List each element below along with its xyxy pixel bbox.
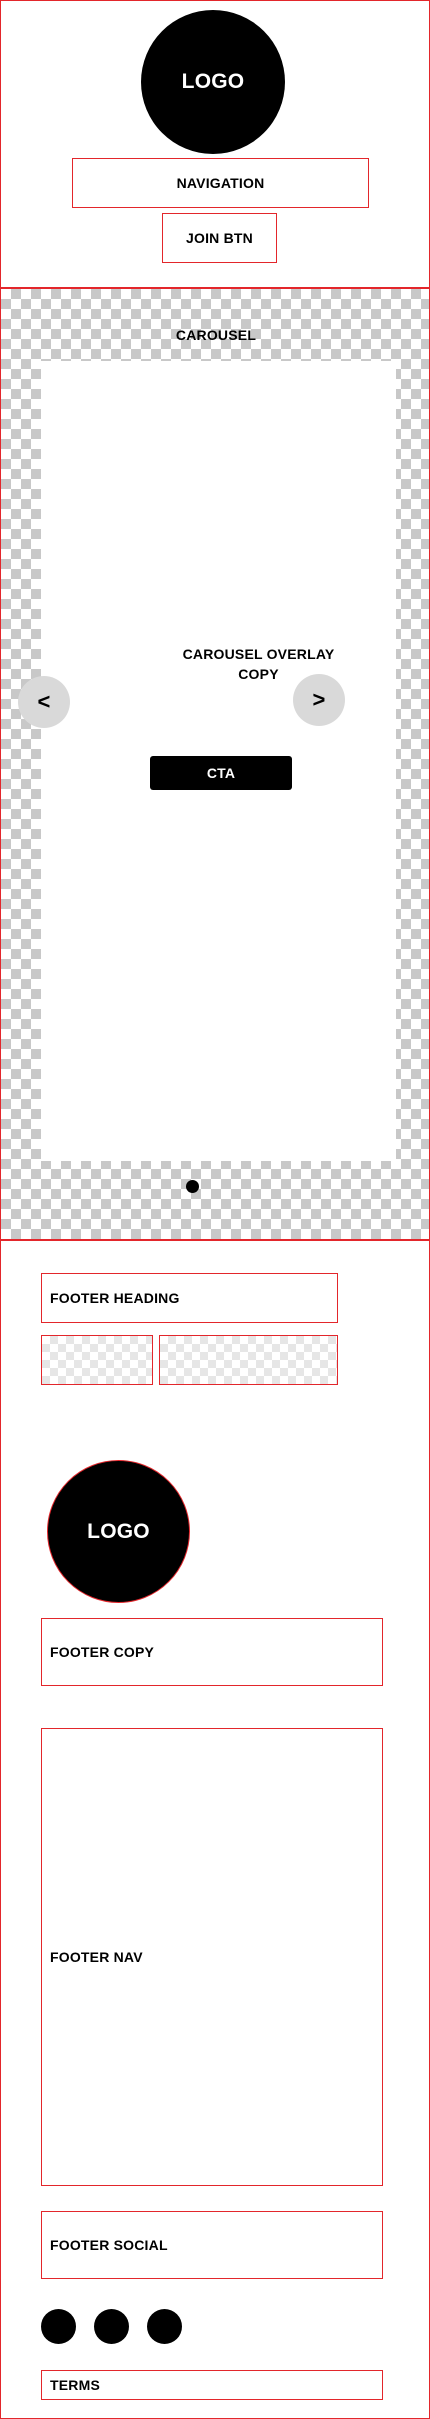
footer-section: FOOTER HEADING LOGO FOOTER COPY FOOTER N…: [0, 1240, 430, 2419]
join-button[interactable]: JOIN BTN: [162, 213, 277, 263]
header-logo[interactable]: LOGO: [141, 10, 285, 154]
footer-logo[interactable]: LOGO: [47, 1460, 190, 1603]
carousel-title: CAROUSEL: [175, 327, 257, 343]
carousel-section: CAROUSEL CAROUSEL OVERLAY COPY CTA < >: [0, 288, 430, 1240]
social-icon[interactable]: [41, 2309, 76, 2344]
carousel-slide: CAROUSEL OVERLAY COPY CTA: [41, 361, 396, 1161]
carousel-overlay-copy: CAROUSEL OVERLAY COPY: [182, 646, 335, 682]
footer-image-placeholder: [159, 1335, 338, 1385]
carousel-next-button[interactable]: >: [293, 674, 345, 726]
social-icon[interactable]: [147, 2309, 182, 2344]
social-icon[interactable]: [94, 2309, 129, 2344]
chevron-left-icon: <: [37, 689, 51, 714]
cta-button[interactable]: CTA: [150, 756, 292, 790]
navigation[interactable]: NAVIGATION: [72, 158, 369, 208]
footer-heading: FOOTER HEADING: [41, 1273, 338, 1323]
footer-copy: FOOTER COPY: [41, 1618, 383, 1686]
footer-image-placeholder: [41, 1335, 153, 1385]
header-section: LOGO NAVIGATION JOIN BTN: [0, 0, 430, 288]
footer-social: FOOTER SOCIAL: [41, 2211, 383, 2279]
carousel-pagination-dot[interactable]: [186, 1180, 199, 1193]
footer-nav[interactable]: FOOTER NAV: [41, 1728, 383, 2186]
carousel-prev-button[interactable]: <: [18, 676, 70, 728]
terms-link[interactable]: TERMS: [41, 2370, 383, 2400]
chevron-right-icon: >: [312, 687, 326, 712]
